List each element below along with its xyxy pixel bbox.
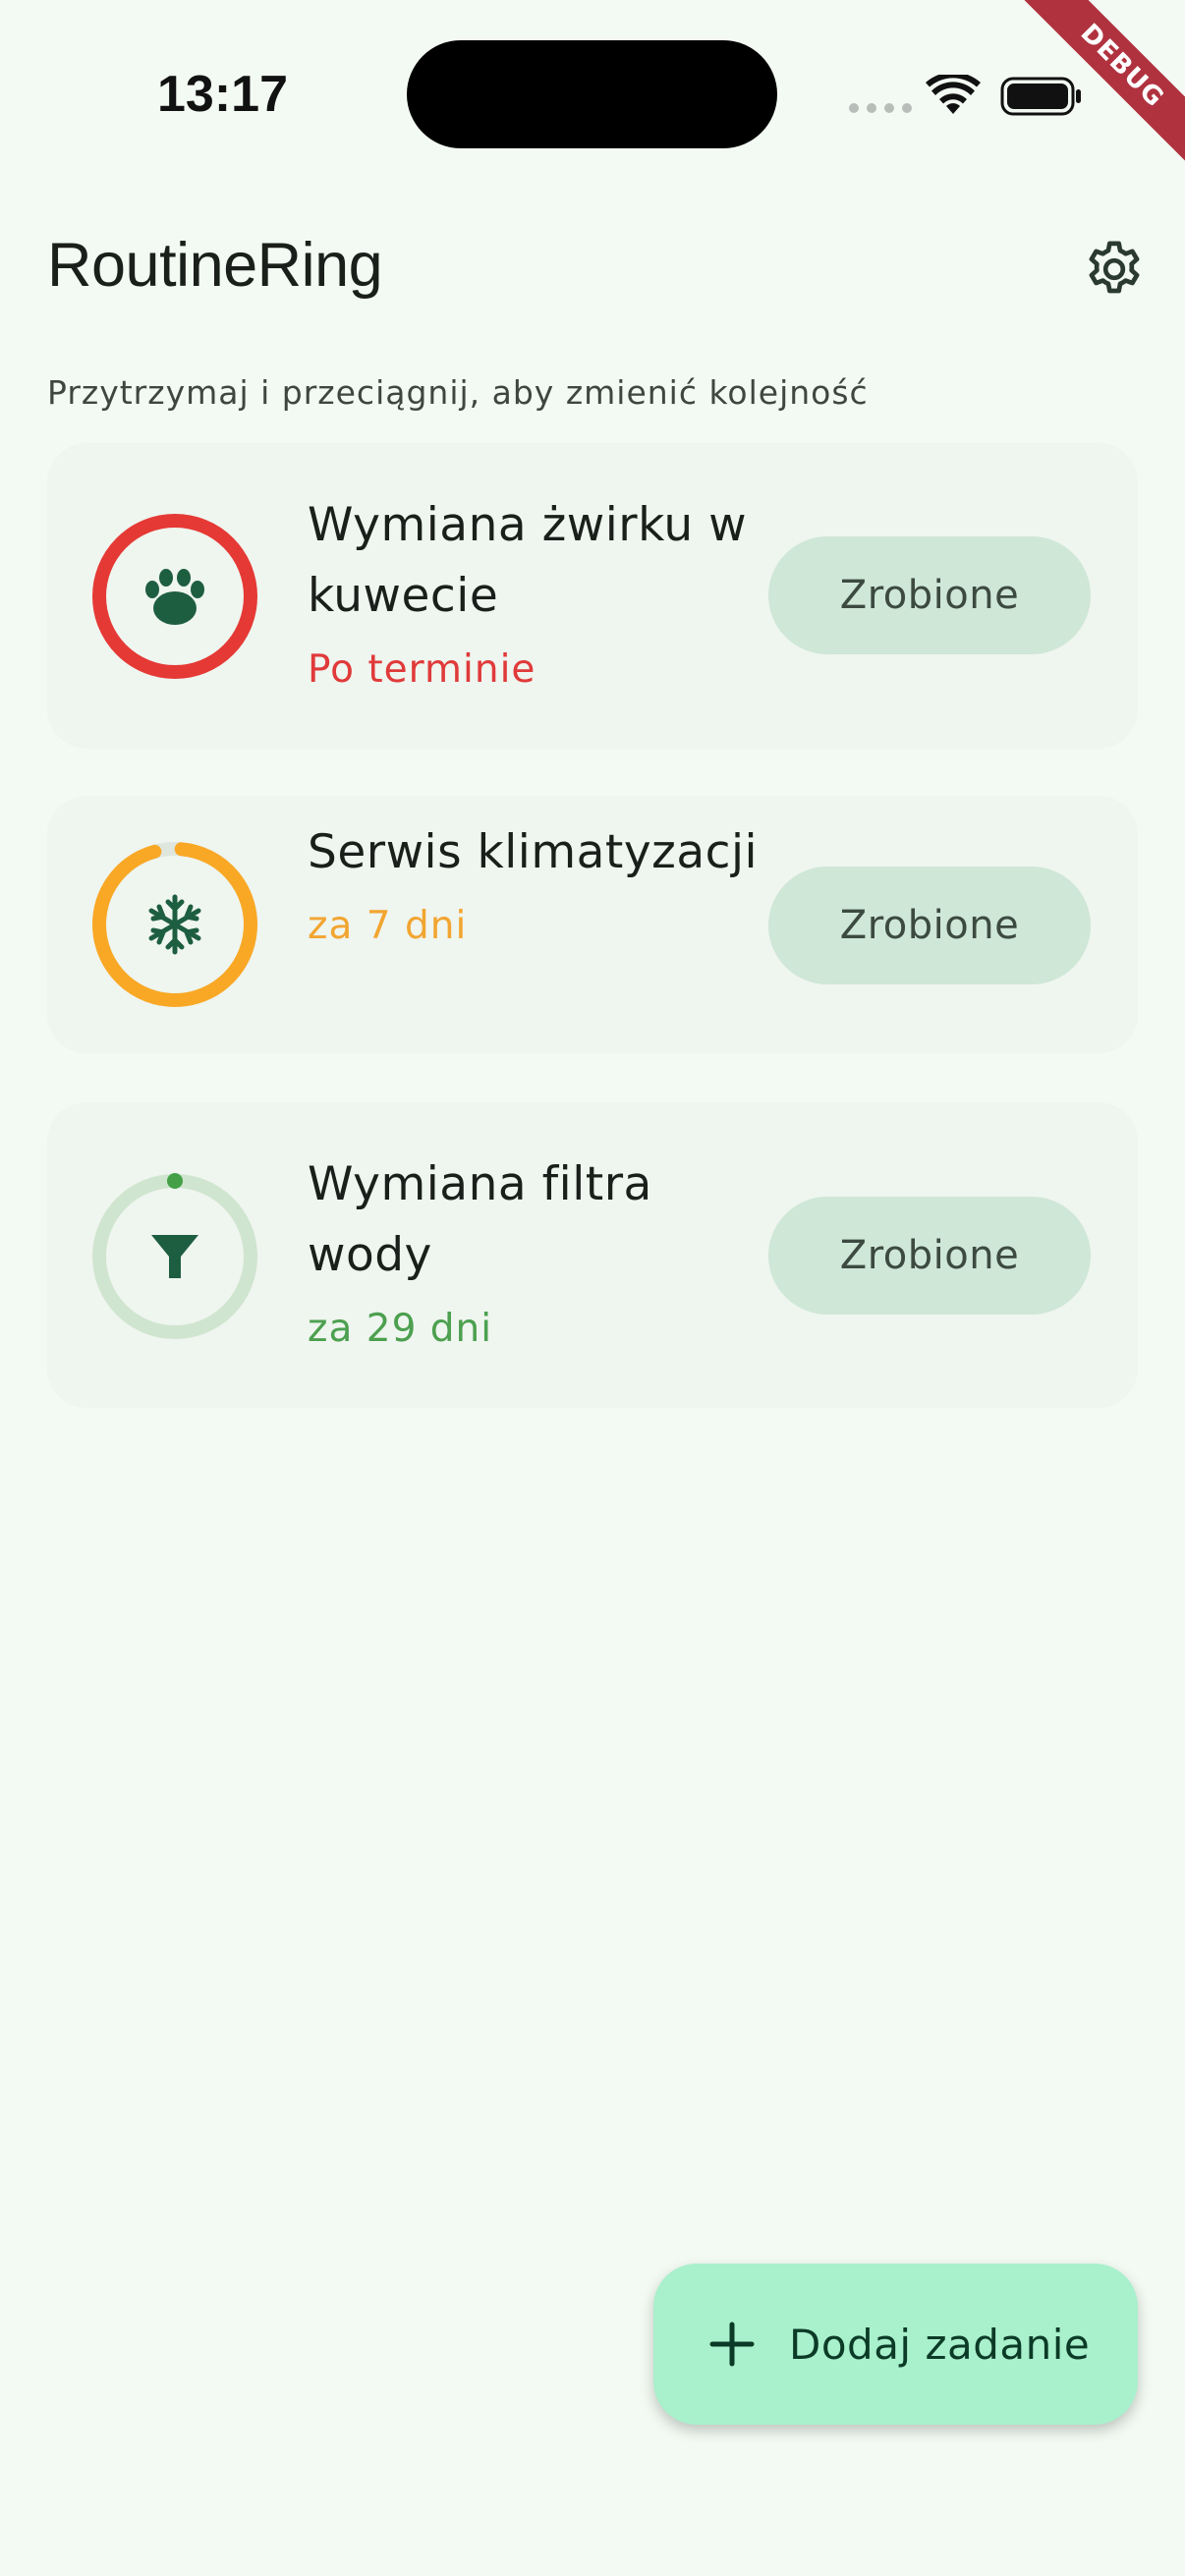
- progress-ring: [92, 842, 257, 1007]
- funnel-icon: [151, 1235, 198, 1278]
- task-due-status: za 29 dni: [308, 1307, 493, 1351]
- settings-button[interactable]: [1077, 232, 1152, 307]
- task-title: Wymiana żwirku w kuwecie: [308, 498, 748, 623]
- cellular-signal-icon: [849, 103, 912, 113]
- task-title: Wymiana filtra wody: [308, 1157, 652, 1282]
- dynamic-island: [407, 40, 777, 148]
- task-card[interactable]: Wymiana filtra wody za 29 dni Zrobione: [47, 1102, 1138, 1408]
- done-button[interactable]: Zrobione: [768, 536, 1091, 654]
- add-task-button[interactable]: Dodaj zadanie: [653, 2264, 1138, 2425]
- status-bar: 13:17 DEBUG: [0, 0, 1185, 196]
- snowflake-icon: [148, 894, 201, 955]
- task-title: Serwis klimatyzacji: [308, 825, 759, 879]
- task-card[interactable]: Serwis klimatyzacji za 7 dni Zrobione: [47, 796, 1138, 1053]
- progress-ring: [92, 514, 257, 679]
- debug-banner: DEBUG: [988, 0, 1185, 196]
- plus-icon: [709, 2322, 755, 2367]
- task-card[interactable]: Wymiana żwirku w kuwecie Po terminie Zro…: [47, 443, 1138, 749]
- done-button[interactable]: Zrobione: [768, 1197, 1091, 1315]
- app-bar: RoutineRing: [0, 196, 1185, 334]
- reorder-hint: Przytrzymaj i przeciągnij, aby zmienić k…: [47, 373, 869, 412]
- page-title: RoutineRing: [47, 231, 383, 300]
- task-due-status: za 7 dni: [308, 904, 468, 948]
- gear-icon: [1089, 241, 1140, 294]
- paw-icon: [145, 569, 204, 625]
- status-time: 13:17: [157, 66, 288, 123]
- progress-ring: [92, 1173, 257, 1339]
- debug-label: DEBUG: [1001, 0, 1185, 187]
- task-due-status: Po terminie: [308, 647, 536, 692]
- done-button[interactable]: Zrobione: [768, 867, 1091, 984]
- add-task-label: Dodaj zadanie: [789, 2320, 1091, 2369]
- wifi-icon: [926, 75, 981, 114]
